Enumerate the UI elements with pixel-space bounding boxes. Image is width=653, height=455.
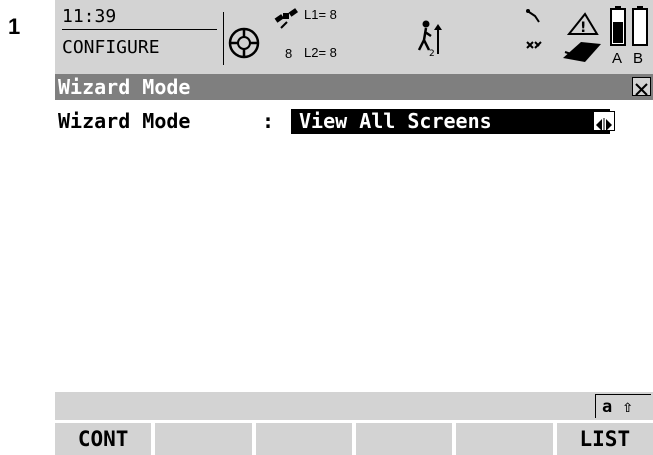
battery-a-icon xyxy=(610,6,626,52)
softkey-f2[interactable] xyxy=(155,423,252,455)
svg-text:!: ! xyxy=(580,20,586,36)
svg-text:2: 2 xyxy=(429,49,435,58)
wizard-mode-label: Wizard Mode xyxy=(58,109,191,133)
title-bar: Wizard Mode xyxy=(55,74,653,100)
battery-a-label: A xyxy=(612,50,623,67)
satellite-count: 8 xyxy=(285,46,293,61)
softkey-f4[interactable] xyxy=(355,423,453,455)
input-mode-indicator: a ⇧ xyxy=(595,394,651,418)
battery-b-label: B xyxy=(633,50,644,67)
field-colon: : xyxy=(262,109,275,133)
radio-link-icon xyxy=(523,2,553,66)
l2-count: L2= 8 xyxy=(304,45,337,60)
page-title: Wizard Mode xyxy=(58,75,191,99)
list-button[interactable]: LIST xyxy=(556,423,653,455)
left-right-arrows-icon[interactable] xyxy=(593,111,615,132)
status-bar: 11:39 CONFIGURE 8 L1= 8 L2= 8 2 ! A B xyxy=(55,0,653,74)
step-number: 1 xyxy=(8,14,21,39)
close-icon[interactable] xyxy=(632,77,651,96)
input-mode-strip: a ⇧ xyxy=(55,392,653,420)
mode-name: CONFIGURE xyxy=(62,37,160,58)
gps-position-icon xyxy=(227,26,261,64)
cont-button[interactable]: CONT xyxy=(55,423,152,455)
l1-count: L1= 8 xyxy=(304,7,337,22)
softkey-f3[interactable] xyxy=(255,423,352,455)
status-divider xyxy=(223,12,224,65)
clock-time: 11:39 xyxy=(62,6,217,30)
wizard-mode-select[interactable]: View All Screens xyxy=(291,109,610,134)
stakeout-walk-icon: 2 xyxy=(417,18,447,62)
warning-data-icon: ! xyxy=(559,4,605,70)
softkey-bar: CONT LIST xyxy=(55,423,653,455)
softkey-f5[interactable] xyxy=(456,423,553,455)
battery-b-icon xyxy=(632,6,648,52)
satellite-icon xyxy=(273,6,301,36)
wizard-mode-field: Wizard Mode : View All Screens xyxy=(55,106,653,136)
